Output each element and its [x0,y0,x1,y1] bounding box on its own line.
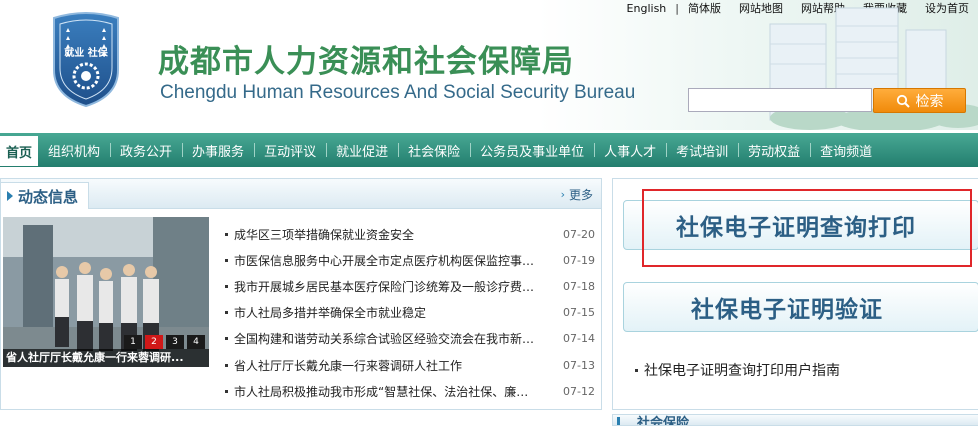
news-item[interactable]: 市医保信息服务中心开展全市定点医疗机构医保监控事… 07-19 [221,247,595,273]
photo-pager-button[interactable]: 1 [124,335,142,349]
social-insurance-title: 社会保险 [637,416,690,426]
social-insurance-section-header: 社会保险 [612,414,978,426]
news-item-title[interactable]: 市人社局多措并举确保全市就业稳定 [234,304,555,321]
news-item-date: 07-15 [563,306,595,320]
nav-item[interactable]: 人事人才 [594,133,666,167]
nav-item-home[interactable]: 首页 [0,136,39,166]
photo-caption[interactable]: 省人社厅厅长戴允康一行来蓉调研... [3,349,209,367]
nav-item[interactable]: 社会保险 [398,133,470,167]
news-item-date: 07-14 [563,332,595,346]
news-item-date: 07-12 [563,384,595,398]
search-icon [896,94,910,108]
news-item[interactable]: 省人社厅厅长戴允康一行来蓉调研人社工作 07-13 [221,352,595,378]
news-item-title[interactable]: 成华区三项举措确保就业资金安全 [234,226,555,243]
photo-pager-button[interactable]: 4 [187,335,205,349]
news-item-date: 07-13 [563,358,595,372]
certificate-verify-label: 社保电子证明验证 [691,297,883,323]
news-item[interactable]: 我市开展城乡居民基本医疗保险门诊统筹及一般诊疗费… 07-18 [221,273,595,299]
news-panel-header: 动态信息 › 更多 [1,179,601,209]
site-title: 成都市人力资源和社会保障局 [158,44,574,80]
news-item-date: 07-18 [563,279,595,293]
news-more-label: 更多 [568,188,593,202]
photo-pager: 1234 [124,335,205,349]
news-item-title[interactable]: 省人社厅厅长戴允康一行来蓉调研人社工作 [234,357,555,374]
photo-pager-button[interactable]: 2 [145,335,163,349]
section-marker-icon [617,417,620,425]
nav-item[interactable]: 就业促进 [326,133,398,167]
main-navigation: 首页 组织机构 政务公开 办事服务 互动评议 就业促进 社会保险 公务员及事业单位 人事人才 考试… [0,133,978,167]
news-item[interactable]: 市人社局多措并举确保全市就业稳定 07-15 [221,300,595,326]
news-item-title[interactable]: 全国构建和谐劳动关系综合试验区经验交流会在我市新… [234,330,555,347]
news-item[interactable]: 市人社局积极推动我市形成“智慧社保、法治社保、廉… 07-12 [221,378,595,404]
site-subtitle: Chengdu Human Resources And Social Secur… [160,82,636,103]
nav-item[interactable]: 劳动权益 [738,133,810,167]
user-guide-label: 社保电子证明查询打印用户指南 [644,363,840,379]
news-list: 成华区三项举措确保就业资金安全 07-20 市医保信息服务中心开展全市定点医疗机构医… [221,221,595,404]
site-header: English|简体版网站地图网站帮助我要收藏设为首页 就业 社保 成都市人力资… [0,0,978,130]
news-item-title[interactable]: 我市开展城乡居民基本医疗保险门诊统筹及一般诊疗费… [234,278,555,295]
photo-pager-button[interactable]: 3 [166,335,184,349]
search-input[interactable] [688,88,872,112]
nav-item[interactable]: 政务公开 [110,133,182,167]
logo-text: 就业 社保 [64,46,108,59]
arrow-right-icon [7,191,13,201]
top-link[interactable]: English [618,2,676,15]
news-more-link[interactable]: › 更多 [561,186,593,203]
nav-item[interactable]: 查询频道 [810,133,882,167]
search-button[interactable]: 检索 [873,88,966,113]
bullet-icon [225,258,228,262]
bullet-icon [225,389,228,393]
search-button-label: 检索 [915,93,944,110]
news-item-date: 07-19 [563,253,595,267]
news-item-title[interactable]: 市人社局积极推动我市形成“智慧社保、法治社保、廉… [234,383,555,400]
nav-item[interactable]: 考试培训 [666,133,738,167]
bullet-icon [225,363,228,367]
bureau-logo[interactable]: 就业 社保 [46,10,126,108]
certificate-query-print-label: 社保电子证明查询打印 [676,215,916,241]
nav-item[interactable]: 组织机构 [38,133,110,167]
bullet-icon [225,337,228,341]
news-item-title[interactable]: 市医保信息服务中心开展全市定点医疗机构医保监控事… [234,252,555,269]
user-guide-link[interactable]: 社保电子证明查询打印用户指南 [635,360,840,380]
news-item-date: 07-20 [563,227,595,241]
certificate-verify-button[interactable]: 社保电子证明验证 [623,282,978,332]
news-panel: 动态信息 › 更多 1 2 3 4 省人社厅厅长戴允康一行来蓉调研... 成华区… [0,178,602,410]
bullet-icon [635,368,638,372]
news-item[interactable]: 全国构建和谐劳动关系综合试验区经验交流会在我市新… 07-14 [221,326,595,352]
bullet-icon [225,284,228,288]
chevron-right-icon: › [560,188,565,201]
bullet-icon [225,232,228,236]
certificate-query-print-button[interactable]: 社保电子证明查询打印 [623,200,978,250]
news-section-tab[interactable]: 动态信息 [1,182,90,209]
nav-item[interactable]: 办事服务 [182,133,254,167]
bullet-icon [225,311,228,315]
news-section-title: 动态信息 [18,187,79,206]
news-photo-slideshow[interactable]: 1234 省人社厅厅长戴允康一行来蓉调研... [3,217,209,367]
news-item[interactable]: 成华区三项举措确保就业资金安全 07-20 [221,221,595,247]
nav-item[interactable]: 互动评议 [254,133,326,167]
e-certificate-panel: 社保电子证明查询打印 社保电子证明验证 社保电子证明查询打印用户指南 [612,178,978,410]
nav-item[interactable]: 公务员及事业单位 [470,133,594,167]
